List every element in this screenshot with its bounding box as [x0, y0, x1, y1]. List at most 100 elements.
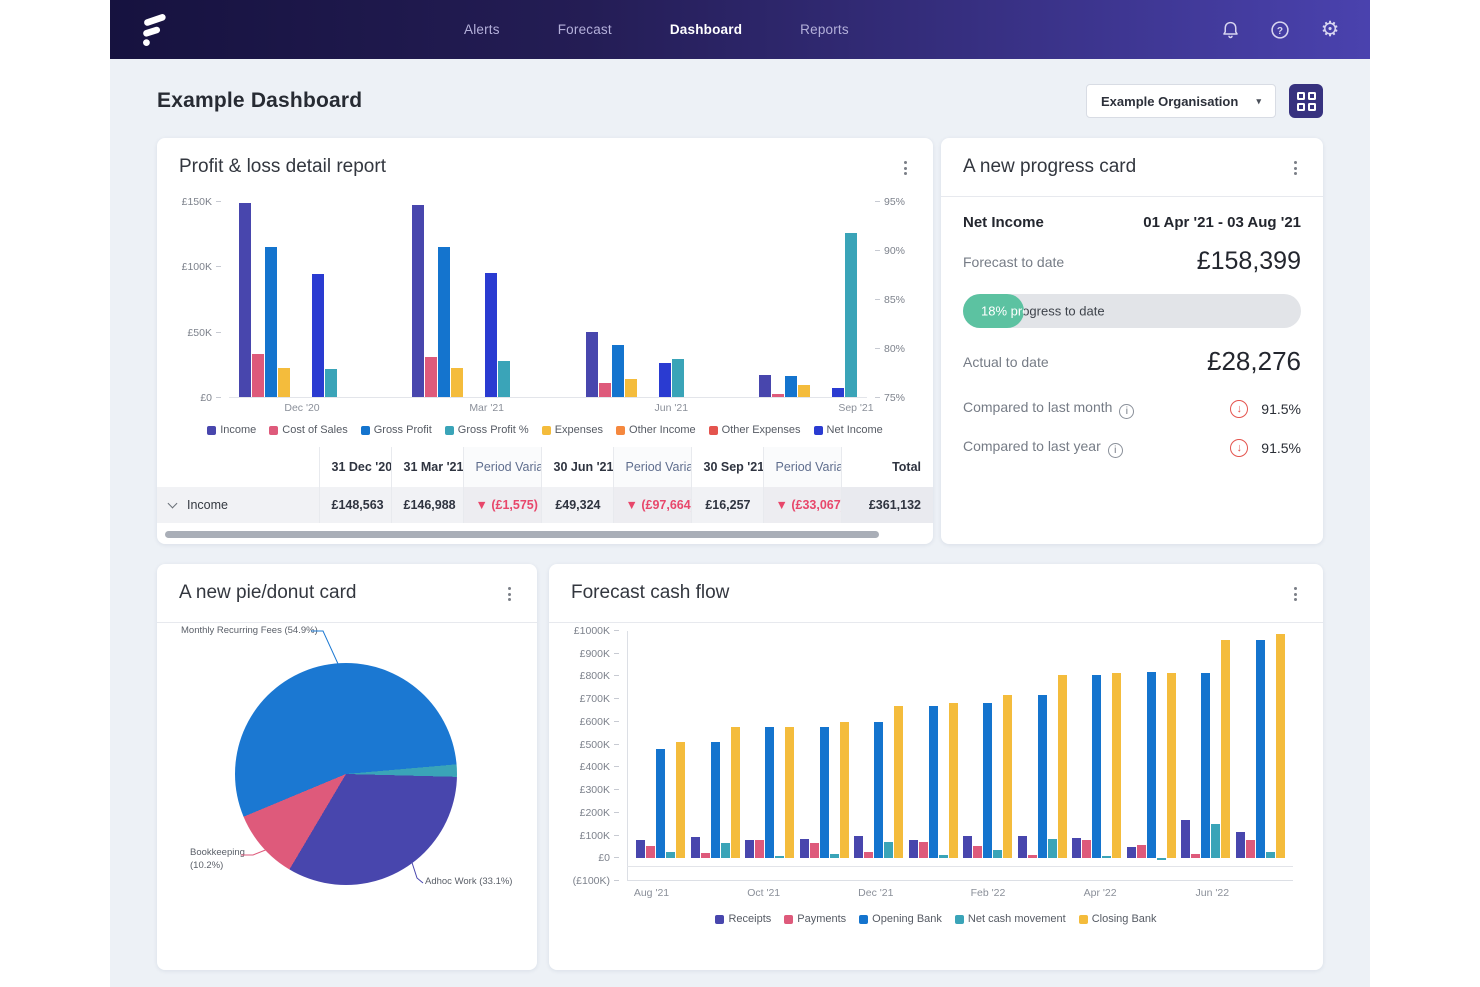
column-header: 31 Dec '20	[319, 447, 391, 487]
cashflow-card-menu-button[interactable]	[1288, 582, 1303, 606]
bar-closing-bank	[1221, 640, 1230, 858]
down-arrow-icon: ↓	[1230, 400, 1248, 418]
bar-income	[586, 332, 598, 397]
legend-swatch	[955, 915, 964, 924]
table-cell: ▼ (£1,575)	[463, 487, 541, 523]
bar-gross-profit	[438, 247, 450, 397]
bar-cost-of-sales	[599, 383, 611, 397]
bar-receipts	[854, 836, 863, 858]
column-header	[157, 447, 319, 487]
page-title: Example Dashboard	[157, 89, 362, 113]
bar-opening-bank	[656, 749, 665, 858]
column-header: Period Variance	[463, 447, 541, 487]
x-tick-label	[1020, 887, 1069, 901]
y-tick-label: £800K	[580, 670, 619, 682]
bar-opening-bank	[929, 706, 938, 858]
bar-net-cash-movement	[1048, 839, 1057, 858]
bar-net-cash-movement	[884, 842, 893, 858]
progress-bar: 18% progress to date 18% progress to dat…	[963, 294, 1301, 328]
table-row[interactable]: Income£148,563£146,988▼ (£1,575)£49,324▼…	[157, 487, 933, 523]
bar-payments	[701, 853, 710, 859]
bar-receipts	[636, 840, 645, 858]
legend-swatch	[361, 426, 370, 435]
y-tick-label: £500K	[580, 739, 619, 751]
bar-group	[586, 332, 684, 397]
legend-swatch	[1079, 915, 1088, 924]
y-tick-label: 80%	[875, 343, 905, 355]
horizontal-scrollbar[interactable]	[165, 531, 879, 538]
legend-item-gross-profit: Gross Profit %	[445, 424, 529, 436]
x-tick-label	[795, 887, 844, 901]
legend-item-net-income: Net Income	[814, 424, 883, 436]
row-label[interactable]: Income	[157, 487, 319, 523]
down-arrow-icon: ↓	[1230, 439, 1248, 457]
nav-link-dashboard[interactable]: Dashboard	[670, 22, 742, 37]
pie-card: A new pie/donut card Monthly Recurring F…	[157, 564, 537, 970]
bar-closing-bank	[1003, 695, 1012, 859]
bar-gross-profit	[672, 359, 684, 397]
bar-cost-of-sales	[252, 354, 264, 397]
table-cell: £148,563	[319, 487, 391, 523]
pnl-card-menu-button[interactable]	[898, 156, 913, 180]
bar-gross-profit	[498, 361, 510, 397]
nav-link-reports[interactable]: Reports	[800, 22, 849, 37]
logo-mark-icon	[138, 12, 168, 48]
info-icon[interactable]: i	[1108, 443, 1123, 458]
dashboard-grid-button[interactable]	[1289, 84, 1323, 118]
cashflow-legend: ReceiptsPaymentsOpening BankNet cash mov…	[549, 913, 1323, 925]
bar-receipts	[909, 840, 918, 859]
column-header: 30 Sep '21	[691, 447, 763, 487]
x-tick-label: Feb '22	[963, 887, 1012, 901]
y-tick-label: £0	[598, 852, 619, 864]
bar-net-cash-movement	[939, 855, 948, 858]
info-icon[interactable]: i	[1119, 404, 1134, 419]
pnl-plot	[229, 202, 867, 398]
bar-receipts	[800, 839, 809, 859]
progress-card-menu-button[interactable]	[1288, 156, 1303, 180]
help-icon[interactable]: ?	[1268, 18, 1292, 42]
bar-group	[1072, 631, 1121, 880]
bell-icon[interactable]	[1218, 18, 1242, 42]
settings-icon[interactable]: ⚙	[1318, 18, 1342, 42]
pnl-x-axis: Dec '20Mar '21Jun '21Sep '21	[217, 402, 869, 416]
nav-link-forecast[interactable]: Forecast	[558, 22, 612, 37]
bar-closing-bank	[1167, 673, 1176, 858]
bar-expenses	[625, 379, 637, 397]
pnl-chart: £150K£100K£50K£0 95%90%85%80%75%	[179, 202, 911, 398]
forecast-to-date-label: Forecast to date	[963, 254, 1064, 270]
column-header: Period Variance	[613, 447, 691, 487]
organisation-dropdown[interactable]: Example Organisation ▾	[1086, 84, 1276, 118]
bar-closing-bank	[894, 706, 903, 858]
nav-link-alerts[interactable]: Alerts	[464, 22, 500, 37]
pnl-legend: IncomeCost of SalesGross ProfitGross Pro…	[157, 424, 933, 436]
bar-net-income	[659, 363, 671, 397]
bar-opening-bank	[820, 727, 829, 859]
bar-net-income	[485, 273, 497, 397]
legend-swatch	[715, 915, 724, 924]
y-tick-label: £100K	[580, 830, 619, 842]
bar-net-income	[832, 388, 844, 397]
pie-card-menu-button[interactable]	[502, 582, 517, 606]
bar-gross-profit	[785, 376, 797, 397]
futrli-logo[interactable]	[138, 11, 172, 49]
x-tick-label: Jun '22	[1188, 887, 1237, 901]
legend-item-gross-profit: Gross Profit	[361, 424, 432, 436]
legend-item-closing-bank: Closing Bank	[1079, 913, 1157, 925]
x-tick-label	[1244, 887, 1293, 901]
bar-income	[759, 375, 771, 397]
bar-payments	[919, 842, 928, 858]
bar-closing-bank	[1058, 675, 1067, 858]
bar-payments	[973, 846, 982, 859]
bar-closing-bank	[785, 727, 794, 859]
table-cell: ▼ (£97,664)	[613, 487, 691, 523]
bar-receipts	[1181, 820, 1190, 859]
y-tick-label: £300K	[580, 784, 619, 796]
bar-gross-profit	[265, 247, 277, 397]
bar-net-cash-movement	[1211, 824, 1220, 858]
actual-to-date-label: Actual to date	[963, 354, 1049, 370]
bar-receipts	[1236, 832, 1245, 858]
bar-receipts	[1072, 838, 1081, 859]
x-tick-label	[907, 887, 956, 901]
bar-group	[1236, 631, 1285, 880]
compared-year-value: 91.5%	[1261, 440, 1301, 456]
